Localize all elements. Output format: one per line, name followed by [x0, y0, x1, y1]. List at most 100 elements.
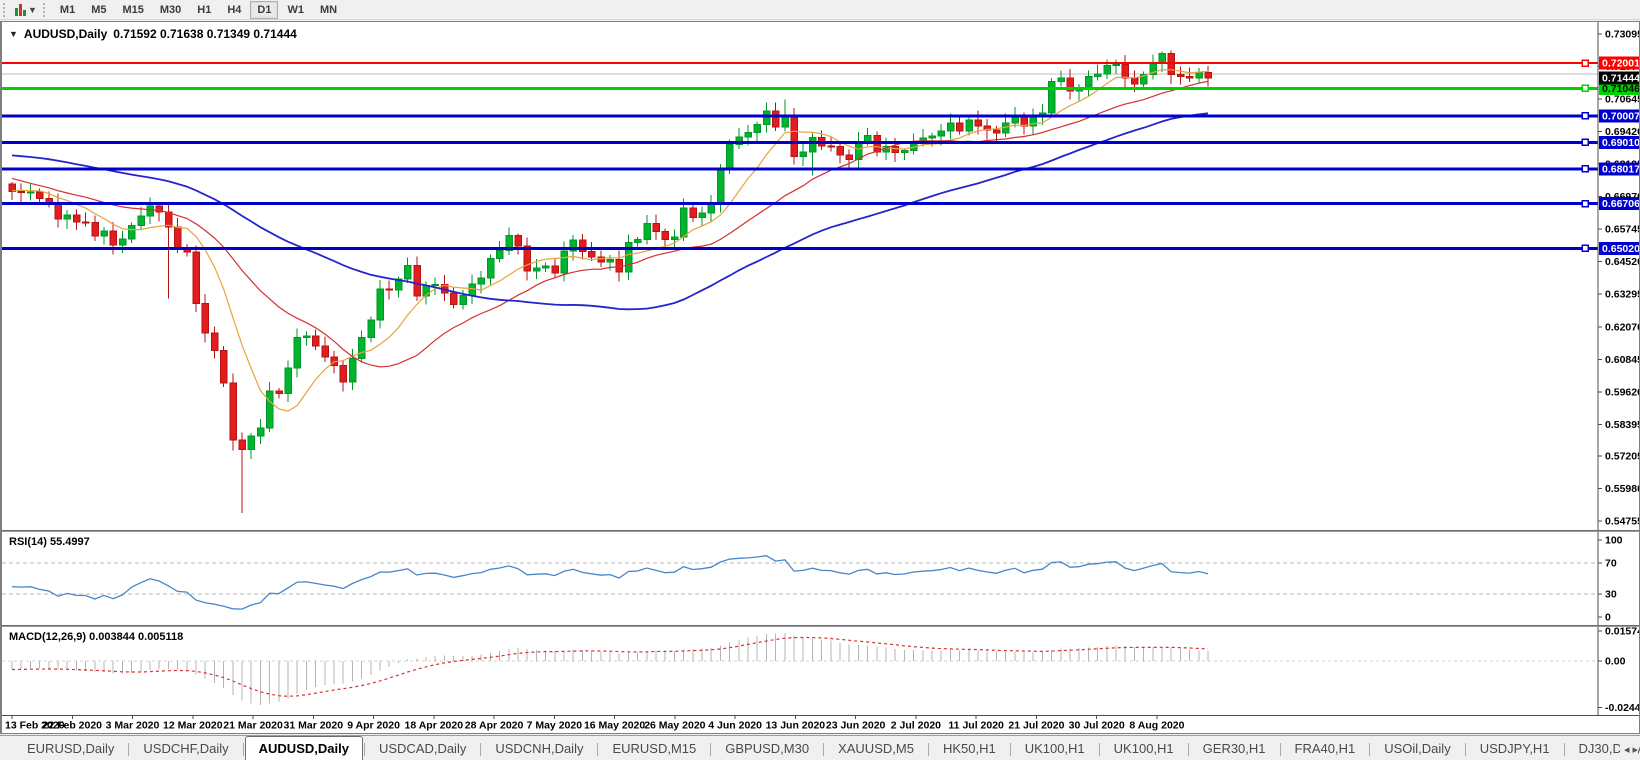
timeframe-button-h1[interactable]: H1: [190, 1, 218, 19]
candle-body: [515, 236, 522, 246]
line-anchor-handle[interactable]: [1582, 139, 1588, 145]
line-anchor-handle[interactable]: [1582, 85, 1588, 91]
chart-tab-usoil-daily[interactable]: USOil,Daily: [1371, 738, 1463, 760]
price-tick-label: 0.58395: [1605, 419, 1639, 431]
price-tick-label: 0.57205: [1605, 450, 1639, 462]
chart-tab-usdcnh-daily[interactable]: USDCNH,Daily: [482, 738, 596, 760]
candle-body: [607, 260, 614, 263]
candle-body: [598, 257, 605, 262]
dropdown-caret-icon[interactable]: ▼: [28, 5, 37, 15]
tab-scroll-right-icon[interactable]: ▸: [1632, 743, 1638, 756]
chart-tab-hk50-h1[interactable]: HK50,H1: [930, 738, 1009, 760]
chart-ohlc-values: 0.71592 0.71638 0.71349 0.71444: [113, 27, 297, 41]
candle-body: [690, 208, 697, 218]
timeframe-button-w1[interactable]: W1: [280, 1, 311, 19]
chart-tab-fra40-h1[interactable]: FRA40,H1: [1282, 738, 1369, 760]
timeframe-button-h4[interactable]: H4: [220, 1, 248, 19]
timeframe-button-m1[interactable]: M1: [53, 1, 82, 19]
timeframe-button-m30[interactable]: M30: [153, 1, 188, 19]
macd-background: [2, 627, 1639, 715]
date-tick-label: 7 May 2020: [527, 720, 583, 732]
timeframe-toolbar: ▼ M1M5M15M30H1H4D1W1MN: [0, 0, 1640, 20]
chart-tab-usdjpy-h1[interactable]: USDJPY,H1: [1467, 738, 1563, 760]
candle-body: [837, 147, 844, 155]
line-anchor-handle[interactable]: [1582, 245, 1588, 251]
chart-tab-eurusd-daily[interactable]: EURUSD,Daily: [14, 738, 127, 760]
timeframe-button-m5[interactable]: M5: [84, 1, 113, 19]
candle-body: [791, 116, 798, 156]
candle-body: [202, 304, 209, 333]
toolbar-grip[interactable]: [43, 3, 48, 17]
current-price-label: 0.71444: [1602, 72, 1639, 84]
line-anchor-handle[interactable]: [1582, 113, 1588, 119]
chart-context-icon[interactable]: ▼: [9, 29, 18, 39]
timeframe-button-m15[interactable]: M15: [115, 1, 150, 19]
candle-body: [635, 240, 642, 243]
chart-tab-xauusd-m5[interactable]: XAUUSD,M5: [825, 738, 927, 760]
main-price-chart[interactable]: 0.730950.718700.706450.694200.681950.669…: [2, 22, 1639, 530]
candle-body: [257, 428, 264, 436]
price-tick-label: 0.73095: [1605, 29, 1639, 41]
tab-separator: [1369, 743, 1370, 756]
candle-body: [947, 123, 954, 131]
candle-body: [708, 205, 715, 213]
macd-tick-label: 0.00: [1605, 656, 1626, 668]
tab-separator: [1010, 743, 1011, 756]
candle-body: [846, 155, 853, 160]
candle-body: [92, 222, 99, 236]
rsi-tick-label: 70: [1605, 558, 1617, 570]
timeframe-button-mn[interactable]: MN: [313, 1, 344, 19]
tab-scroll-left-icon[interactable]: ◂: [1624, 743, 1630, 756]
macd-panel[interactable]: 0.0157410.00-0.024412: [2, 627, 1639, 715]
timeframe-buttons: M1M5M15M30H1H4D1W1MN: [52, 0, 345, 20]
chart-tab-usdchf-daily[interactable]: USDCHF,Daily: [130, 738, 241, 760]
timeframe-button-d1[interactable]: D1: [250, 1, 278, 19]
chart-tab-eurusd-m15[interactable]: EURUSD,M15: [599, 738, 709, 760]
chart-type-button[interactable]: ▼: [12, 1, 40, 19]
candle-body: [313, 336, 320, 346]
toolbar-grip[interactable]: [3, 3, 8, 17]
candle-body: [73, 215, 80, 222]
chart-tab-audusd-daily[interactable]: AUDUSD,Daily: [245, 736, 363, 760]
candle-body: [717, 170, 724, 205]
line-price-label: 0.72001: [1602, 58, 1639, 70]
chart-tab-ger30-h1[interactable]: GER30,H1: [1190, 738, 1279, 760]
line-anchor-handle[interactable]: [1582, 166, 1588, 172]
rsi-panel[interactable]: 10070300: [2, 532, 1639, 625]
macd-indicator-label: MACD(12,26,9) 0.003844 0.005118: [9, 631, 183, 643]
candle-body: [230, 383, 237, 440]
line-anchor-handle[interactable]: [1582, 60, 1588, 66]
candle-body: [27, 192, 34, 193]
date-tick-label: 13 Jun 2020: [766, 720, 826, 732]
candle-body: [589, 252, 596, 257]
line-anchor-handle[interactable]: [1582, 201, 1588, 207]
candle-body: [37, 192, 44, 198]
candle-body: [561, 251, 568, 273]
candle-body: [175, 227, 182, 249]
candle-body: [368, 320, 375, 338]
chart-tab-gbpusd-m30[interactable]: GBPUSD,M30: [712, 738, 822, 760]
chart-tab-usdcad-daily[interactable]: USDCAD,Daily: [366, 738, 479, 760]
candle-body: [432, 285, 439, 286]
candle-body: [745, 133, 752, 138]
candle-body: [625, 242, 632, 272]
candle-body: [83, 222, 90, 223]
candle-body: [552, 266, 559, 273]
date-tick-label: 4 Jun 2020: [708, 720, 762, 732]
date-tick-label: 3 Mar 2020: [106, 720, 160, 732]
mt4-window: ▼ M1M5M15M30H1H4D1W1MN 0.730950.718700.7…: [0, 0, 1640, 760]
chart-tab-uk100-h1[interactable]: UK100,H1: [1101, 738, 1187, 760]
line-price-label: 0.68017: [1602, 163, 1639, 175]
price-tick-label: 0.60845: [1605, 354, 1639, 366]
candle-body: [773, 111, 780, 127]
date-tick-label: 8 Aug 2020: [1129, 720, 1184, 732]
line-price-label: 0.66706: [1602, 198, 1639, 210]
candle-body: [55, 203, 62, 219]
candle-body: [1205, 72, 1212, 78]
chart-tab-uk100-h1[interactable]: UK100,H1: [1012, 738, 1098, 760]
chart-window: 0.730950.718700.706450.694200.681950.669…: [0, 21, 1640, 734]
candle-body: [1122, 64, 1129, 78]
candle-body: [359, 338, 366, 359]
candle-body: [405, 265, 412, 279]
candle-body: [138, 216, 145, 226]
